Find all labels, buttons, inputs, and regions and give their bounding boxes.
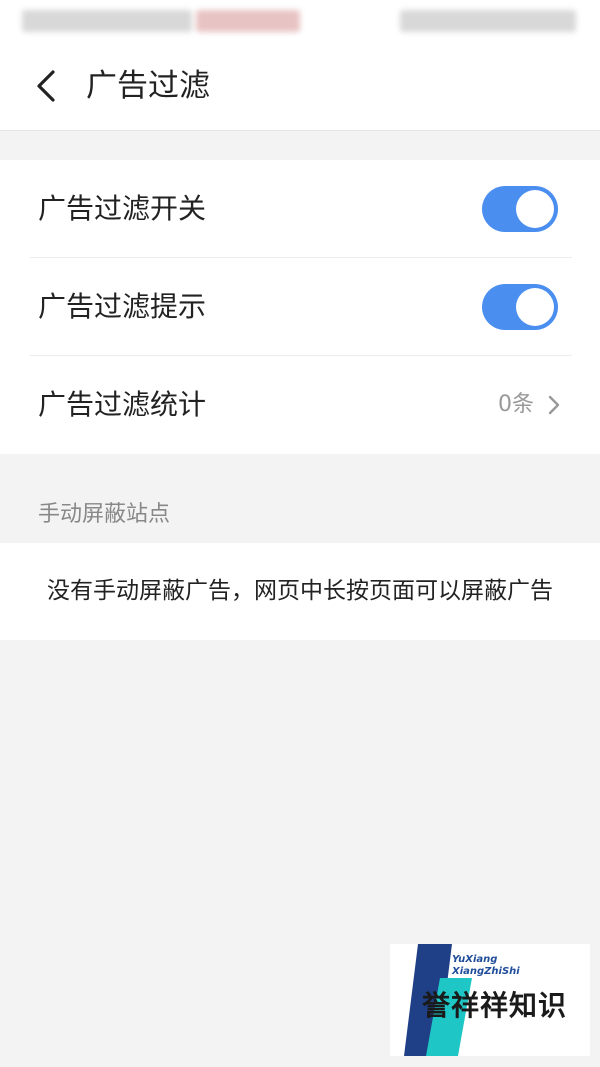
watermark-subtitle-1: YuXiang: [452, 954, 498, 965]
page-title: 广告过滤: [86, 68, 210, 104]
toggle-knob: [516, 288, 554, 326]
watermark-subtitle-2: XiangZhiShi: [452, 966, 520, 977]
toggle-knob: [516, 190, 554, 228]
watermark-logo: YuXiang XiangZhiShi 誉祥祥知识: [390, 944, 590, 1056]
chevron-left-icon: [37, 70, 55, 102]
status-bar-left-blur: [22, 10, 192, 32]
manual-block-section-label: 手动屏蔽站点: [38, 502, 171, 527]
setting-row-ad-filter-tips: 广告过滤提示: [0, 258, 600, 356]
manual-block-empty-text: 没有手动屏蔽广告，网页中长按页面可以屏蔽广告: [47, 578, 553, 604]
setting-row-ad-filter-switch: 广告过滤开关: [0, 160, 600, 258]
status-bar-center-blur: [196, 10, 300, 32]
setting-label: 广告过滤统计: [38, 388, 207, 421]
app-header: 广告过滤: [0, 44, 600, 131]
ad-filter-toggle[interactable]: [482, 186, 558, 232]
chevron-right-icon: [548, 395, 560, 415]
back-button[interactable]: [26, 66, 66, 106]
status-bar: [0, 0, 600, 44]
watermark-main-text: 誉祥祥知识: [422, 989, 568, 1022]
manual-block-card: 没有手动屏蔽广告，网页中长按页面可以屏蔽广告: [0, 543, 600, 640]
setting-label: 广告过滤提示: [38, 290, 207, 323]
setting-label: 广告过滤开关: [38, 192, 207, 225]
settings-card: 广告过滤开关 广告过滤提示 广告过滤统计 0条: [0, 160, 600, 454]
ad-filter-tips-toggle[interactable]: [482, 284, 558, 330]
ad-filter-stats-count: 0条: [498, 392, 534, 417]
status-bar-right-blur: [400, 10, 576, 32]
setting-row-ad-filter-stats[interactable]: 广告过滤统计 0条: [0, 356, 600, 454]
